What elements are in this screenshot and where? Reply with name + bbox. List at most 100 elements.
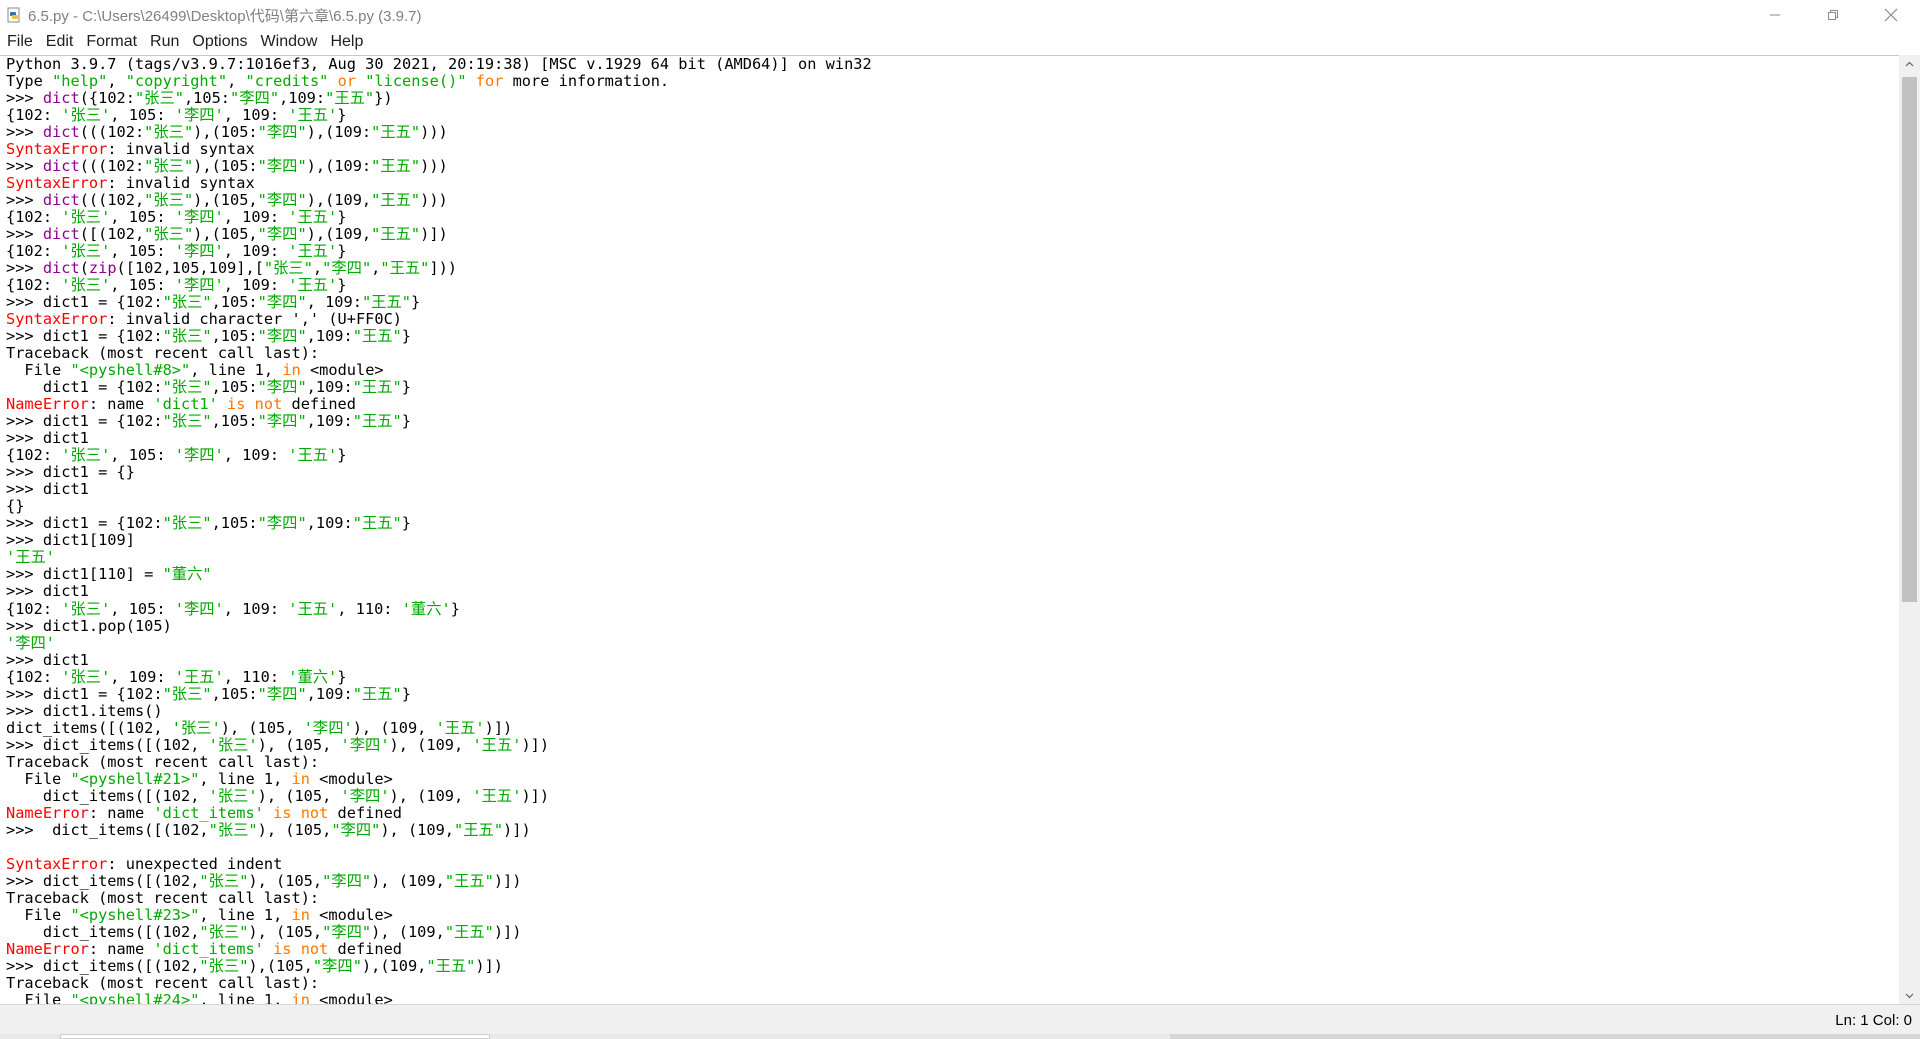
shell-text: '王五' [288,446,338,465]
shell-line: dict_items([(102, '张三'), (105, '李四'), (1… [6,718,872,737]
shell-text: '王五' [288,208,338,227]
shell-line: >>> dict1 = {102:"张三",105:"李四",109:"王五"} [6,684,872,703]
shell-text: "王五" [325,89,375,108]
shell-text: dict1[110] = [42,565,163,584]
shell-text: } [337,276,347,295]
shell-line: >>> dict_items([(102,"张三"), (105,"李四"), … [6,871,872,890]
shell-line: >>> dict1 = {102:"张三",105:"李四", 109:"王五"… [6,294,872,311]
shell-text: Traceback (most recent call last): [6,888,320,907]
shell-text: ), (105, [248,922,323,941]
restore-button[interactable] [1804,0,1862,30]
shell-line: File "<pyshell#8>", line 1, in <module> [6,362,872,379]
menu-edit[interactable]: Edit [39,30,80,54]
menu-help[interactable]: Help [323,30,369,54]
shell-text: '董六' [401,599,451,618]
shell-text: "张三" [199,922,249,941]
shell-text: } [401,378,411,397]
minimize-button[interactable] [1746,0,1804,30]
shell-text: } [337,106,347,125]
shell-text: defined [282,395,356,414]
shell-text: , [107,72,126,91]
shell-text: '张三' [61,208,111,227]
shell-text: "help" [52,72,108,91]
shell-text: "王五" [352,684,402,703]
shell-text: , 110: [337,599,402,618]
shell-line: >>> dict_items([(102, '张三'), (105, '李四')… [6,735,872,754]
shell-prompt: >>> [6,225,43,244]
shell-line: SyntaxError: invalid syntax [6,175,872,192]
shell-text: "王五" [454,820,504,839]
cursor-position: Ln: 1 Col: 0 [1835,1012,1912,1029]
shell-text: ), (105, [248,871,323,890]
shell-text: , 109: [110,667,175,686]
shell-text: '王五' [288,106,338,125]
shell-line: dict1 = {102:"张三",105:"李四",109:"王五"} [6,379,872,396]
shell-text: ))) [420,191,448,210]
shell-text: Traceback (most recent call last): [6,973,320,992]
shell-text: , line 1, [199,905,292,924]
scroll-up-arrow-icon [1905,61,1914,66]
shell-prompt: >>> [6,684,43,703]
shell-text: , 109: [223,446,289,465]
shell-text: "张三" [263,259,313,278]
shell-prompt: >>> [6,701,43,720]
menu-file[interactable]: File [0,30,39,54]
shell-text: "王五" [426,956,476,975]
shell-line: File "<pyshell#23>", line 1, in <module> [6,905,872,924]
shell-text: , 109: [223,599,289,618]
shell-text: {102: [6,667,62,686]
vertical-scrollbar[interactable] [1899,55,1920,1004]
shell-text: : unexpected indent [107,854,283,873]
shell-text: '李四' [174,242,224,261]
shell-text: SyntaxError [6,854,108,873]
shell-text: File [6,361,71,380]
shell-text: NameError [6,939,89,958]
shell-line: {102: '张三', 105: '李四', 109: '王五'} [6,447,872,464]
shell-line: Traceback (most recent call last): [6,888,872,907]
shell-text: } [450,599,460,618]
shell-line: {102: '张三', 105: '李四', 109: '王五', 110: '… [6,599,872,618]
shell-text: ), (105, [257,820,332,839]
shell-text-area[interactable]: Python 3.9.7 (tags/v3.9.7:1016ef3, Aug 3… [0,55,1899,1005]
shell-prompt: >>> [6,582,43,601]
shell-line: dict_items([(102,"张三"), (105,"李四"), (109… [6,922,872,941]
menu-window[interactable]: Window [254,30,324,54]
menu-run[interactable]: Run [143,30,185,54]
shell-line: >>> dict(((102:"张三"),(105:"李四"),(109:"王五… [6,158,872,175]
shell-text: is not [217,395,283,414]
shell-text: dict [42,89,80,108]
scroll-up-button[interactable] [1899,55,1920,72]
shell-text: ),(109, [306,225,372,244]
shell-text: "张三" [199,956,249,975]
shell-text: ),(105: [193,123,258,142]
scroll-down-button[interactable] [1899,987,1920,1004]
shell-text: ([(102, [79,225,145,244]
shell-text: dict [42,191,80,210]
shell-line: '王五' [6,549,872,566]
shell-text: , 109: [223,106,289,125]
shell-text: dict_items([(102, [6,786,209,805]
shell-text: )]) [484,718,513,737]
scroll-thumb[interactable] [1902,77,1917,602]
shell-text: ,105: [211,684,258,703]
close-button[interactable] [1862,0,1920,30]
shell-line: Traceback (most recent call last): [6,345,872,362]
shell-text: 'dict1' [153,395,218,414]
shell-line: {102: '张三', 105: '李四', 109: '王五'} [6,277,872,294]
shell-text: '李四' [340,735,390,754]
menu-format[interactable]: Format [79,30,143,54]
shell-text: dict1.items() [42,701,163,720]
shell-line: {102: '张三', 109: '王五', 110: '董六'} [6,667,872,686]
shell-text: ,105: [211,514,258,533]
shell-text: in [291,905,310,924]
shell-text: dict1 = {102: [6,378,163,397]
shell-text: "李四" [257,412,307,431]
shell-line: {102: '张三', 105: '李四', 109: '王五'} [6,243,872,260]
menu-options[interactable]: Options [185,30,253,54]
shell-text: ))) [420,123,448,142]
shell-text: "license()" [365,72,467,91]
shell-text: '王五' [472,735,522,754]
shell-prompt: >>> [6,259,43,278]
shell-prompt: >>> [6,956,43,975]
shell-text: '王五' [288,599,338,618]
